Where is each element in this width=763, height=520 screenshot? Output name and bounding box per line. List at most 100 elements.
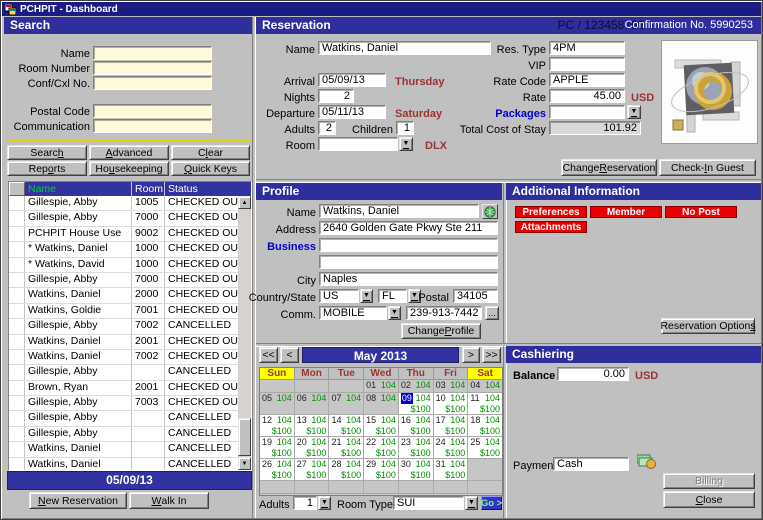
info-badge-no-post[interactable]: No Post [665, 206, 737, 218]
calendar-day-23[interactable]: 23104$100 [399, 437, 434, 459]
check-in-guest-button[interactable]: Check-In Guest [659, 159, 756, 176]
business-input[interactable] [319, 238, 498, 252]
country-dropdown-icon[interactable]: ▼ [360, 289, 373, 303]
info-badge-member[interactable]: Member [590, 206, 662, 218]
change-reservation-button[interactable]: Change Reservation [561, 159, 657, 176]
room-number-input[interactable] [93, 61, 212, 75]
table-row[interactable]: Brown, Ryan2001CHECKED OUT [9, 381, 238, 396]
payment-input[interactable] [553, 457, 629, 471]
calendar-day-22[interactable]: 22104$100 [364, 437, 399, 459]
calendar-prev-month-button[interactable]: < [280, 347, 299, 363]
postal-code-input[interactable] [93, 104, 212, 118]
calendar-day-17[interactable]: 17104$100 [434, 415, 469, 437]
quick-keys-button[interactable]: Quick Keys [171, 161, 250, 176]
table-row[interactable]: Watkins, Goldie7001CHECKED OUT [9, 304, 238, 319]
communication-input[interactable] [93, 119, 212, 133]
calendar-day-01[interactable]: 01104 [364, 380, 399, 393]
packages-label[interactable]: Packages [436, 107, 546, 121]
scroll-up-icon[interactable]: ▲ [238, 196, 251, 209]
rate-input[interactable] [549, 89, 625, 103]
calendar-day-11[interactable]: 11104$100 [468, 393, 502, 415]
new-reservation-button[interactable]: New Reservation [29, 492, 127, 509]
table-row[interactable]: Watkins, DanielCANCELLED [9, 458, 238, 470]
close-button[interactable]: Close [663, 491, 755, 508]
comm-more-button[interactable]: ... [485, 306, 499, 320]
calendar-day-18[interactable]: 18104$100 [468, 415, 502, 437]
calendar-day-14[interactable]: 14104$100 [329, 415, 364, 437]
calendar-day-06[interactable]: 06104 [295, 393, 330, 415]
reports-button[interactable]: Reports [7, 161, 87, 176]
calendar-day-04[interactable]: 04104 [468, 380, 502, 393]
arrival-input[interactable] [318, 73, 386, 87]
vip-input[interactable] [549, 57, 625, 71]
calendar-day-28[interactable]: 28104$100 [329, 459, 364, 481]
res-type-input[interactable] [549, 41, 625, 55]
table-row[interactable]: Watkins, Daniel2001CHECKED OUT [9, 335, 238, 350]
calendar-day-12[interactable]: 12104$100 [260, 415, 295, 437]
profile-name-input[interactable] [319, 204, 479, 218]
table-row[interactable]: * Watkins, David1000CHECKED OUT [9, 258, 238, 273]
calendar-day-03[interactable]: 03104 [434, 380, 469, 393]
calendar-prev-year-button[interactable]: << [259, 347, 278, 363]
conf-cxl-input[interactable] [93, 76, 212, 90]
scroll-down-icon[interactable]: ▼ [238, 457, 251, 470]
calendar-day-19[interactable]: 19104$100 [260, 437, 295, 459]
nights-input[interactable] [318, 89, 354, 103]
housekeeping-button[interactable]: Housekeeping [89, 161, 169, 176]
change-profile-button[interactable]: Change Profile [401, 323, 481, 339]
cal-adults-dropdown-icon[interactable]: ▼ [318, 496, 331, 510]
table-row[interactable]: Gillespie, AbbyCANCELLED [9, 365, 238, 380]
comm-number-input[interactable] [406, 306, 482, 320]
calendar-day-10[interactable]: 10104$100 [434, 393, 469, 415]
table-row[interactable]: Watkins, Daniel7002CHECKED OUT [9, 350, 238, 365]
packages-input[interactable] [549, 105, 625, 119]
reservation-options-button[interactable]: Reservation Options [661, 318, 755, 334]
calendar-day-13[interactable]: 13104$100 [295, 415, 330, 437]
calendar-day-27[interactable]: 27104$100 [295, 459, 330, 481]
info-badge-attachments[interactable]: Attachments [515, 221, 587, 233]
table-row[interactable]: Gillespie, AbbyCANCELLED [9, 427, 238, 442]
room-dropdown-icon[interactable]: ▼ [399, 137, 413, 151]
calendar-day-09[interactable]: 09104$100 [399, 393, 434, 415]
search-name-input[interactable] [93, 46, 212, 60]
address2-input[interactable] [319, 255, 498, 269]
city-input[interactable] [319, 272, 498, 286]
children-input[interactable] [396, 121, 414, 135]
advanced-button[interactable]: Advanced [89, 145, 169, 160]
state-input[interactable] [378, 289, 407, 303]
departure-input[interactable] [318, 105, 386, 119]
table-row[interactable]: Watkins, DanielCANCELLED [9, 442, 238, 457]
column-header-status[interactable]: Status [165, 182, 251, 196]
table-row[interactable]: Gillespie, Abby7000CHECKED OUT [9, 273, 238, 288]
table-row[interactable]: Gillespie, Abby7000CHECKED OUT [9, 211, 238, 226]
table-row[interactable]: Watkins, Daniel2000CHECKED OUT [9, 288, 238, 303]
address-input[interactable] [319, 221, 498, 235]
cash-icon[interactable] [637, 453, 657, 474]
comm-type-input[interactable] [319, 306, 387, 320]
search-button[interactable]: Search [7, 145, 87, 160]
calendar-day-16[interactable]: 16104$100 [399, 415, 434, 437]
calendar-day-15[interactable]: 15104$100 [364, 415, 399, 437]
table-row[interactable]: Gillespie, Abby7002CANCELLED [9, 319, 238, 334]
calendar-day-02[interactable]: 02104 [399, 380, 434, 393]
calendar-day-24[interactable]: 24104$100 [434, 437, 469, 459]
table-row[interactable]: Gillespie, AbbyCANCELLED [9, 411, 238, 426]
info-badge-preferences[interactable]: Preferences [515, 206, 587, 218]
rate-code-input[interactable] [549, 73, 625, 87]
room-input[interactable] [318, 137, 398, 151]
calendar-day-07[interactable]: 07104 [329, 393, 364, 415]
walk-in-button[interactable]: Walk In [129, 492, 209, 509]
calendar-day-26[interactable]: 26104$100 [260, 459, 295, 481]
scrollbar-thumb[interactable] [238, 418, 251, 456]
globe-icon[interactable] [482, 204, 498, 219]
calendar-day-21[interactable]: 21104$100 [329, 437, 364, 459]
adults-input[interactable] [318, 121, 336, 135]
profile-postal-input[interactable] [453, 289, 498, 303]
table-row[interactable]: * Watkins, Daniel1000CHECKED OUT [9, 242, 238, 257]
cal-room-type-dropdown-icon[interactable]: ▼ [465, 496, 478, 510]
business-label[interactable]: Business [256, 240, 316, 254]
column-header-name[interactable]: Name [25, 182, 132, 196]
calendar-day-08[interactable]: 08104 [364, 393, 399, 415]
calendar-day-29[interactable]: 29104$100 [364, 459, 399, 481]
table-row[interactable]: PCHPIT House Use9002CHECKED OUT [9, 227, 238, 242]
